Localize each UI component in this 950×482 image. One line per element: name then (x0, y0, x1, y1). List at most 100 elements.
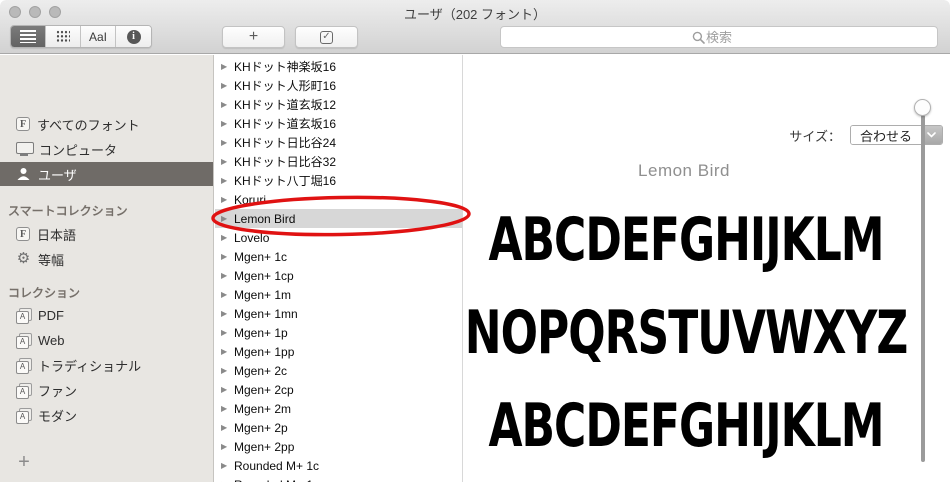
disclosure-triangle-icon[interactable] (221, 195, 232, 204)
sidebar-collection-item[interactable]: ファン (0, 378, 213, 402)
size-control: サイズ： 合わせる (789, 125, 943, 145)
font-list-row[interactable]: Mgen+ 1pp (215, 342, 462, 361)
font-list-row[interactable]: KHドット日比谷24 (215, 133, 462, 152)
sidebar-collection-item[interactable]: PDF (0, 303, 213, 327)
font-name: Mgen+ 1pp (234, 344, 295, 359)
sidebar-collection-item[interactable]: Web (0, 328, 213, 352)
disclosure-triangle-icon[interactable] (221, 138, 232, 147)
disclosure-triangle-icon[interactable] (221, 62, 232, 71)
add-collection-button[interactable]: + (14, 451, 34, 474)
size-label: サイズ： (789, 128, 841, 144)
font-list-row[interactable]: Mgen+ 1p (215, 323, 462, 342)
font-list-row[interactable]: Mgen+ 2p (215, 418, 462, 437)
disclosure-triangle-icon[interactable] (221, 119, 232, 128)
font-name: Rounded M+ 1c (234, 458, 320, 473)
font-name: Mgen+ 2p (234, 420, 288, 435)
disclosure-triangle-icon[interactable] (221, 442, 232, 451)
sidebar-item-label: PDF (38, 307, 64, 323)
disclosure-triangle-icon[interactable] (221, 176, 232, 185)
collection-icon (16, 383, 32, 399)
font-name: KHドット道玄坂12 (234, 98, 337, 112)
disclosure-triangle-icon[interactable] (221, 81, 232, 90)
disclosure-triangle-icon[interactable] (221, 214, 232, 223)
font-list-row[interactable]: KHドット道玄坂16 (215, 114, 462, 133)
disclosure-triangle-icon[interactable] (221, 366, 232, 375)
font-list-row[interactable]: KHドット日比谷32 (215, 152, 462, 171)
disclosure-triangle-icon[interactable] (221, 309, 232, 318)
font-list-row[interactable]: Mgen+ 1mn (215, 304, 462, 323)
disclosure-triangle-icon[interactable] (221, 385, 232, 394)
add-font-button[interactable]: + (222, 26, 285, 48)
font-name: KHドット日比谷24 (234, 136, 337, 150)
font-list-row[interactable]: Mgen+ 1c (215, 247, 462, 266)
titlebar: ユーザ（202 フォント） AaI i + (0, 0, 950, 54)
font-list-row[interactable]: Rounded M+ 1m (215, 475, 462, 482)
font-list-row[interactable]: Mgen+ 1cp (215, 266, 462, 285)
font-name: Mgen+ 1cp (234, 268, 294, 283)
font-list-row[interactable]: Lemon Bird (215, 209, 462, 228)
font-list-row[interactable]: Koruri (215, 190, 462, 209)
disclosure-triangle-icon[interactable] (221, 252, 232, 261)
font-list-row[interactable]: KHドット人形町16 (215, 76, 462, 95)
font-name: Mgen+ 1mn (234, 306, 298, 321)
disclosure-triangle-icon[interactable] (221, 423, 232, 432)
disclosure-triangle-icon[interactable] (221, 347, 232, 356)
font-sample-line: ABCDEFGHIJKLM (464, 380, 908, 473)
sidebar-item-label: ファン (38, 383, 78, 399)
sample-view-button[interactable]: AaI (81, 26, 116, 47)
font-list-row[interactable]: KHドット道玄坂12 (215, 95, 462, 114)
size-dropdown[interactable]: 合わせる (850, 125, 943, 145)
font-list-row[interactable]: KHドット八丁堀16 (215, 171, 462, 190)
font-list-row[interactable]: KHドット神楽坂16 (215, 57, 462, 76)
sidebar-item-label: すべてのフォント (37, 117, 140, 133)
sidebar-item-label: Web (38, 332, 65, 348)
sidebar-item-japanese[interactable]: 日本語 (0, 222, 213, 246)
font-name: KHドット八丁堀16 (234, 174, 337, 188)
sidebar-item-all-fonts[interactable]: すべてのフォント (0, 112, 213, 136)
user-icon (17, 168, 30, 180)
font-list-row[interactable]: Mgen+ 2m (215, 399, 462, 418)
disclosure-triangle-icon[interactable] (221, 271, 232, 280)
font-name: Koruri (234, 192, 267, 207)
checkbox-icon (320, 30, 333, 44)
size-slider-thumb[interactable] (914, 99, 931, 116)
font-sample-text: ABCDEFGHIJKLM (488, 206, 884, 275)
list-view-button[interactable] (11, 26, 46, 47)
disclosure-triangle-icon[interactable] (221, 461, 232, 470)
font-list-row[interactable]: Rounded M+ 1c (215, 456, 462, 475)
sidebar: すべてのフォント コンピュータ ユーザ スマートコレクション 日本語 等幅 コレ… (0, 55, 214, 482)
sidebar-item-monospace[interactable]: 等幅 (0, 247, 213, 271)
disclosure-triangle-icon[interactable] (221, 233, 232, 242)
disclosure-triangle-icon[interactable] (221, 157, 232, 166)
font-name: Lovelo (234, 230, 270, 245)
sidebar-item-user[interactable]: ユーザ (0, 162, 213, 186)
collections-header: コレクション (8, 286, 81, 300)
grid-view-button[interactable] (46, 26, 81, 47)
font-list-row[interactable]: Mgen+ 2cp (215, 380, 462, 399)
disclosure-triangle-icon[interactable] (221, 328, 232, 337)
font-list-row[interactable]: Mgen+ 1m (215, 285, 462, 304)
search-input[interactable] (501, 27, 937, 47)
font-name: Mgen+ 2c (234, 363, 288, 378)
font-name: Mgen+ 1p (234, 325, 288, 340)
search-field[interactable] (500, 26, 938, 48)
disclosure-triangle-icon[interactable] (221, 100, 232, 109)
disclosure-triangle-icon[interactable] (221, 404, 232, 413)
font-list-row[interactable]: Mgen+ 2c (215, 361, 462, 380)
sidebar-collection-item[interactable]: モダン (0, 403, 213, 427)
font-list-row[interactable]: Lovelo (215, 228, 462, 247)
sidebar-collection-item[interactable]: トラディショナル (0, 353, 213, 377)
collection-icon (16, 358, 32, 374)
info-view-button[interactable]: i (116, 26, 151, 47)
size-slider-track[interactable] (921, 115, 925, 462)
font-list-row[interactable]: Mgen+ 2pp (215, 437, 462, 456)
font-name: KHドット人形町16 (234, 79, 337, 93)
info-icon: i (126, 29, 141, 44)
font-name: Mgen+ 1c (234, 249, 288, 264)
validate-font-button[interactable] (295, 26, 358, 48)
size-value: 合わせる (851, 126, 921, 144)
sidebar-item-label: モダン (38, 408, 78, 424)
sidebar-item-label: 日本語 (37, 227, 77, 243)
disclosure-triangle-icon[interactable] (221, 290, 232, 299)
sidebar-item-computer[interactable]: コンピュータ (0, 137, 213, 161)
